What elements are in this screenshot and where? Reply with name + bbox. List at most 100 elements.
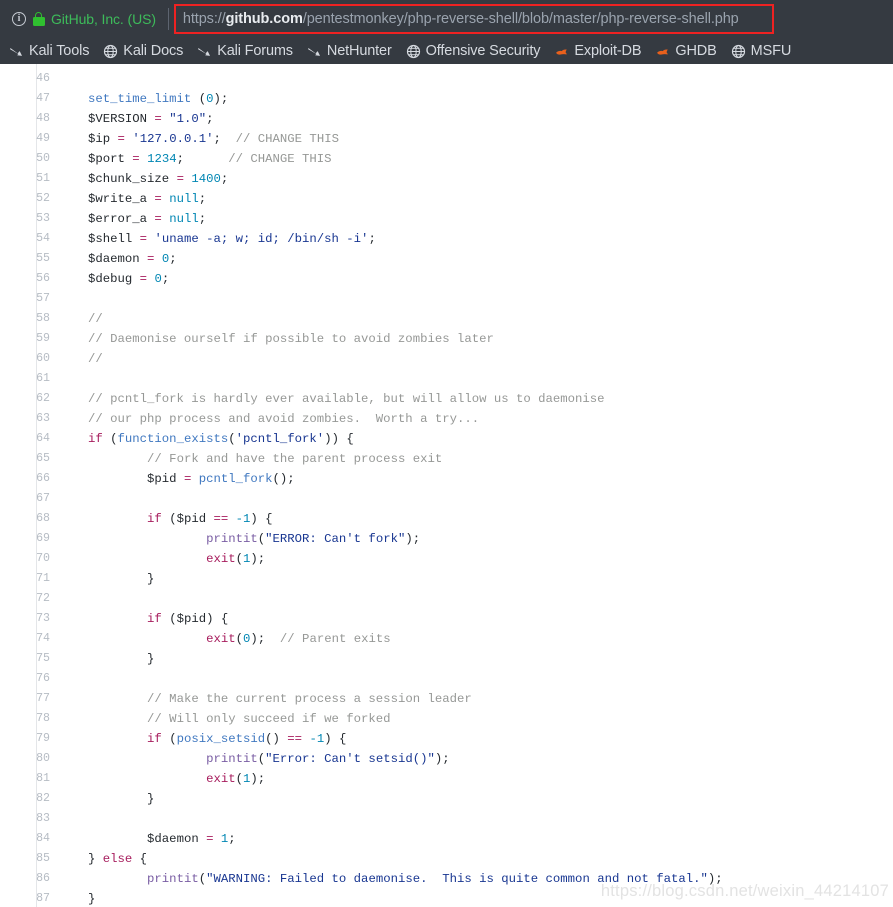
line-number[interactable]: 56	[0, 269, 62, 289]
code-line: 69 printit("ERROR: Can't fork");	[0, 529, 893, 549]
line-number[interactable]: 87	[0, 889, 62, 907]
bookmark-label: Kali Forums	[217, 43, 293, 59]
line-number[interactable]: 64	[0, 429, 62, 449]
code-token: );	[213, 92, 229, 106]
line-number[interactable]: 75	[0, 649, 62, 669]
code-token: else	[102, 852, 133, 866]
line-number[interactable]: 54	[0, 229, 62, 249]
code-token: }	[88, 652, 155, 666]
line-number[interactable]: 55	[0, 249, 62, 269]
line-number[interactable]: 62	[0, 389, 62, 409]
code-token: =	[154, 192, 162, 206]
site-identity-label: GitHub, Inc. (US)	[51, 11, 156, 27]
line-number[interactable]: 72	[0, 589, 62, 609]
dragon-icon	[198, 47, 211, 56]
line-number[interactable]: 51	[0, 169, 62, 189]
bookmark-label: Offensive Security	[425, 43, 541, 59]
line-number[interactable]: 74	[0, 629, 62, 649]
line-code: exit(1);	[62, 769, 265, 789]
bookmark-nethunter[interactable]: NetHunter	[300, 41, 399, 61]
page-info-icon[interactable]: i	[12, 12, 26, 26]
dragon-icon	[308, 47, 320, 56]
code-token: if	[147, 512, 162, 526]
bookmark-kali-forums[interactable]: Kali Forums	[190, 41, 300, 61]
line-number[interactable]: 69	[0, 529, 62, 549]
line-number[interactable]: 67	[0, 489, 62, 509]
bookmark-exploit-db[interactable]: Exploit-DB	[547, 41, 648, 61]
line-number[interactable]: 59	[0, 329, 62, 349]
line-number[interactable]: 60	[0, 349, 62, 369]
line-number[interactable]: 58	[0, 309, 62, 329]
source-code-viewer[interactable]: 46 47 set_time_limit (0); 48 $VERSION = "1.0…	[0, 64, 893, 907]
code-line: 71 }	[0, 569, 893, 589]
line-number[interactable]: 79	[0, 729, 62, 749]
site-identity-button[interactable]: i GitHub, Inc. (US)	[6, 5, 164, 33]
line-number[interactable]: 73	[0, 609, 62, 629]
code-token: $pid	[176, 512, 214, 526]
code-line: 62 // pcntl_fork is hardly ever available…	[0, 389, 893, 409]
line-number[interactable]: 53	[0, 209, 62, 229]
code-line: 66 $pid = pcntl_fork();	[0, 469, 893, 489]
line-number[interactable]: 66	[0, 469, 62, 489]
bookmark-kali-tools[interactable]: Kali Tools	[2, 41, 96, 61]
line-number[interactable]: 57	[0, 289, 62, 309]
line-number[interactable]: 81	[0, 769, 62, 789]
line-number[interactable]: 80	[0, 749, 62, 769]
code-line: 81 exit(1);	[0, 769, 893, 789]
line-code: // Fork and have the parent process exit	[62, 449, 442, 469]
line-number[interactable]: 48	[0, 109, 62, 129]
line-number[interactable]: 46	[0, 69, 62, 89]
bookmark-kali-docs[interactable]: Kali Docs	[96, 41, 190, 61]
code-token: ) {	[250, 512, 273, 526]
code-line: 65 // Fork and have the parent process e…	[0, 449, 893, 469]
line-number[interactable]: 70	[0, 549, 62, 569]
bookmark-msfu[interactable]: MSFU	[724, 41, 798, 61]
url-bar[interactable]: https://github.com/pentestmonkey/php-rev…	[173, 4, 887, 34]
globe-icon	[104, 44, 118, 58]
code-token: =	[132, 152, 140, 166]
code-token: (	[161, 732, 177, 746]
line-number[interactable]: 49	[0, 129, 62, 149]
line-number[interactable]: 85	[0, 849, 62, 869]
line-number[interactable]: 76	[0, 669, 62, 689]
line-code: }	[62, 889, 95, 907]
line-number[interactable]: 77	[0, 689, 62, 709]
line-number[interactable]: 68	[0, 509, 62, 529]
code-line: 50 $port = 1234; // CHANGE THIS	[0, 149, 893, 169]
line-number[interactable]: 82	[0, 789, 62, 809]
code-token: null	[169, 192, 199, 206]
line-number[interactable]: 61	[0, 369, 62, 389]
code-line: 55 $daemon = 0;	[0, 249, 893, 269]
code-token: ) {	[206, 612, 229, 626]
bookmark-ghdb[interactable]: GHDB	[648, 41, 723, 61]
code-token: );	[250, 552, 266, 566]
lock-padlock-icon[interactable]	[32, 12, 45, 26]
line-code: $port = 1234; // CHANGE THIS	[62, 149, 332, 169]
line-number[interactable]: 50	[0, 149, 62, 169]
line-number[interactable]: 52	[0, 189, 62, 209]
code-token: ;	[169, 252, 177, 266]
code-line: 56 $debug = 0;	[0, 269, 893, 289]
code-token: $port	[88, 152, 133, 166]
line-number[interactable]: 84	[0, 829, 62, 849]
code-token: ;	[176, 152, 229, 166]
code-token: printit	[206, 532, 258, 546]
line-number[interactable]: 86	[0, 869, 62, 889]
code-token: =	[154, 112, 162, 126]
line-number[interactable]: 71	[0, 569, 62, 589]
code-token: (	[161, 512, 177, 526]
code-token: '127.0.0.1'	[132, 132, 214, 146]
line-number[interactable]: 83	[0, 809, 62, 829]
line-number[interactable]: 47	[0, 89, 62, 109]
line-number[interactable]: 78	[0, 709, 62, 729]
code-token: ==	[213, 512, 229, 526]
line-number[interactable]: 65	[0, 449, 62, 469]
line-number[interactable]: 63	[0, 409, 62, 429]
bookmark-offensive-security[interactable]: Offensive Security	[399, 41, 548, 61]
code-token: // pcntl_fork is hardly ever available, …	[88, 392, 605, 406]
